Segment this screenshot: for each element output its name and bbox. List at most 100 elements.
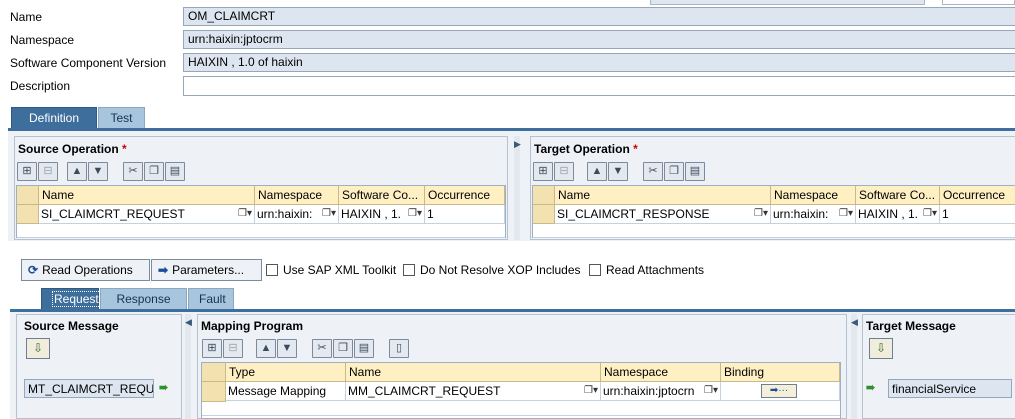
- col-occurrence[interactable]: Occurrence: [425, 186, 505, 205]
- cut-icon[interactable]: ✂: [123, 162, 143, 181]
- move-down-icon[interactable]: ▼: [608, 162, 628, 181]
- move-down-icon[interactable]: ▼: [277, 339, 297, 358]
- target-operation-table: Name Namespace Software Co... Occurrence…: [532, 185, 1015, 238]
- delete-row-icon[interactable]: ⊟: [223, 339, 243, 358]
- col-name[interactable]: Name: [346, 363, 601, 382]
- collapse-arrow-icon[interactable]: ◀: [851, 317, 858, 328]
- swc-field[interactable]: HAIXIN , 1.0 of haixin: [183, 53, 1015, 72]
- add-source-message-icon[interactable]: ⇩: [26, 338, 50, 359]
- source-operation-title-text: Source Operation: [18, 142, 119, 156]
- col-namespace[interactable]: Namespace: [771, 186, 856, 205]
- source-op-swc-cell[interactable]: HAIXIN , 1. ❐▾: [339, 205, 425, 224]
- insert-row-icon[interactable]: ⊞: [17, 162, 37, 181]
- target-op-swc-cell[interactable]: HAIXIN , 1. ❐▾: [856, 205, 940, 224]
- target-splitter[interactable]: ◀: [851, 314, 858, 419]
- binding-arrow-icon[interactable]: ➡···: [761, 384, 797, 398]
- col-swc[interactable]: Software Co...: [856, 186, 940, 205]
- mapping-binding-cell[interactable]: ➡···: [721, 382, 840, 401]
- copy-icon[interactable]: ❐: [333, 339, 353, 358]
- parameters-label: Parameters...: [172, 263, 245, 277]
- move-up-icon[interactable]: ▲: [67, 162, 87, 181]
- mapping-namespace-cell[interactable]: urn:haixin:jptocrn ❐▾: [601, 382, 721, 401]
- top-field-right[interactable]: [942, 0, 1015, 5]
- source-op-occurrence-cell[interactable]: 1: [425, 205, 505, 224]
- target-toolbar: ⊞ ⊟ ▲ ▼ ✂ ❐ ▤: [532, 162, 712, 183]
- target-op-namespace-cell[interactable]: urn:haixin: ❐▾: [771, 205, 856, 224]
- col-type[interactable]: Type: [226, 363, 346, 382]
- value-help-icon[interactable]: ❐▾: [408, 208, 422, 219]
- row-selector[interactable]: [202, 382, 226, 402]
- col-name[interactable]: Name: [39, 186, 255, 205]
- source-op-namespace-cell[interactable]: urn:haixin: ❐▾: [255, 205, 339, 224]
- source-message-field[interactable]: MT_CLAIMCRT_REQU: [24, 379, 154, 398]
- parameters-button[interactable]: ➡ Parameters...: [151, 259, 262, 281]
- move-down-icon[interactable]: ▼: [88, 162, 108, 181]
- use-sap-xml-toolkit-checkbox[interactable]: [266, 264, 278, 276]
- value-help-icon[interactable]: ❐▾: [584, 385, 598, 396]
- col-name[interactable]: Name: [555, 186, 771, 205]
- select-all-cell[interactable]: [17, 186, 39, 205]
- tab-definition[interactable]: Definition: [11, 107, 97, 129]
- cut-icon[interactable]: ✂: [643, 162, 663, 181]
- source-splitter[interactable]: ◀: [185, 314, 192, 419]
- col-namespace[interactable]: Namespace: [255, 186, 339, 205]
- select-all-cell[interactable]: [533, 186, 555, 205]
- empty-row: [17, 224, 505, 238]
- namespace-field[interactable]: urn:haixin:jptocrm: [183, 30, 1015, 49]
- target-op-name-cell[interactable]: SI_CLAIMCRT_RESPONSE ❐▾: [555, 205, 771, 224]
- tab-request-label: Request: [52, 291, 101, 307]
- swc-label: Software Component Version: [10, 56, 167, 70]
- top-field-left[interactable]: [650, 0, 925, 5]
- target-op-namespace: urn:haixin:: [773, 207, 829, 221]
- delete-row-icon[interactable]: ⊟: [554, 162, 574, 181]
- target-op-occurrence-cell[interactable]: 1: [940, 205, 1015, 224]
- copy-icon[interactable]: ❐: [664, 162, 684, 181]
- source-message-title: Source Message: [24, 319, 119, 333]
- add-target-message-icon[interactable]: ⇩: [869, 338, 893, 359]
- collapse-arrow-icon[interactable]: ▶: [514, 139, 521, 150]
- tab-test[interactable]: Test: [98, 107, 145, 129]
- operations-splitter[interactable]: ▶: [514, 136, 521, 240]
- move-up-icon[interactable]: ▲: [256, 339, 276, 358]
- paste-icon[interactable]: ▤: [354, 339, 374, 358]
- mapping-type-cell[interactable]: Message Mapping: [226, 382, 346, 401]
- description-field[interactable]: [183, 76, 1015, 96]
- source-op-name-cell[interactable]: SI_CLAIMCRT_REQUEST ❐▾: [39, 205, 255, 224]
- paste-icon[interactable]: ▤: [165, 162, 185, 181]
- copy-icon[interactable]: ❐: [144, 162, 164, 181]
- value-help-icon[interactable]: ❐▾: [238, 208, 252, 219]
- read-operations-button[interactable]: ⟳ Read Operations: [21, 259, 150, 281]
- value-help-icon[interactable]: ❐▾: [704, 385, 718, 396]
- read-attachments-checkbox[interactable]: [589, 264, 601, 276]
- read-operations-label: Read Operations: [42, 263, 133, 277]
- col-namespace[interactable]: Namespace: [601, 363, 721, 382]
- mapping-name-cell[interactable]: MM_CLAIMCRT_REQUEST ❐▾: [346, 382, 601, 401]
- target-message-field[interactable]: financialService: [888, 379, 1012, 398]
- col-swc[interactable]: Software Co...: [339, 186, 425, 205]
- target-op-name: SI_CLAIMCRT_RESPONSE: [557, 207, 710, 221]
- tab-request[interactable]: Request: [41, 288, 101, 310]
- green-arrow-icon: ➠: [866, 382, 876, 394]
- row-selector[interactable]: [533, 205, 555, 224]
- col-binding[interactable]: Binding: [721, 363, 840, 382]
- value-help-icon[interactable]: ❐▾: [754, 208, 768, 219]
- document-icon[interactable]: ▯: [389, 339, 409, 358]
- tab-response[interactable]: Response: [100, 288, 187, 310]
- move-up-icon[interactable]: ▲: [587, 162, 607, 181]
- value-help-icon[interactable]: ❐▾: [839, 208, 853, 219]
- insert-row-icon[interactable]: ⊞: [533, 162, 553, 181]
- name-field[interactable]: OM_CLAIMCRT: [183, 7, 1015, 26]
- col-occurrence[interactable]: Occurrence: [940, 186, 1015, 205]
- cut-icon[interactable]: ✂: [312, 339, 332, 358]
- value-help-icon[interactable]: ❐▾: [322, 208, 336, 219]
- insert-row-icon[interactable]: ⊞: [202, 339, 222, 358]
- tab-fault[interactable]: Fault: [188, 288, 234, 310]
- do-not-resolve-xop-checkbox[interactable]: [403, 264, 415, 276]
- delete-row-icon[interactable]: ⊟: [38, 162, 58, 181]
- collapse-arrow-icon[interactable]: ◀: [185, 317, 192, 328]
- select-all-cell[interactable]: [202, 363, 226, 382]
- row-selector[interactable]: [17, 205, 39, 224]
- source-op-namespace: urn:haixin:: [257, 207, 313, 221]
- value-help-icon[interactable]: ❐▾: [923, 208, 937, 219]
- paste-icon[interactable]: ▤: [685, 162, 705, 181]
